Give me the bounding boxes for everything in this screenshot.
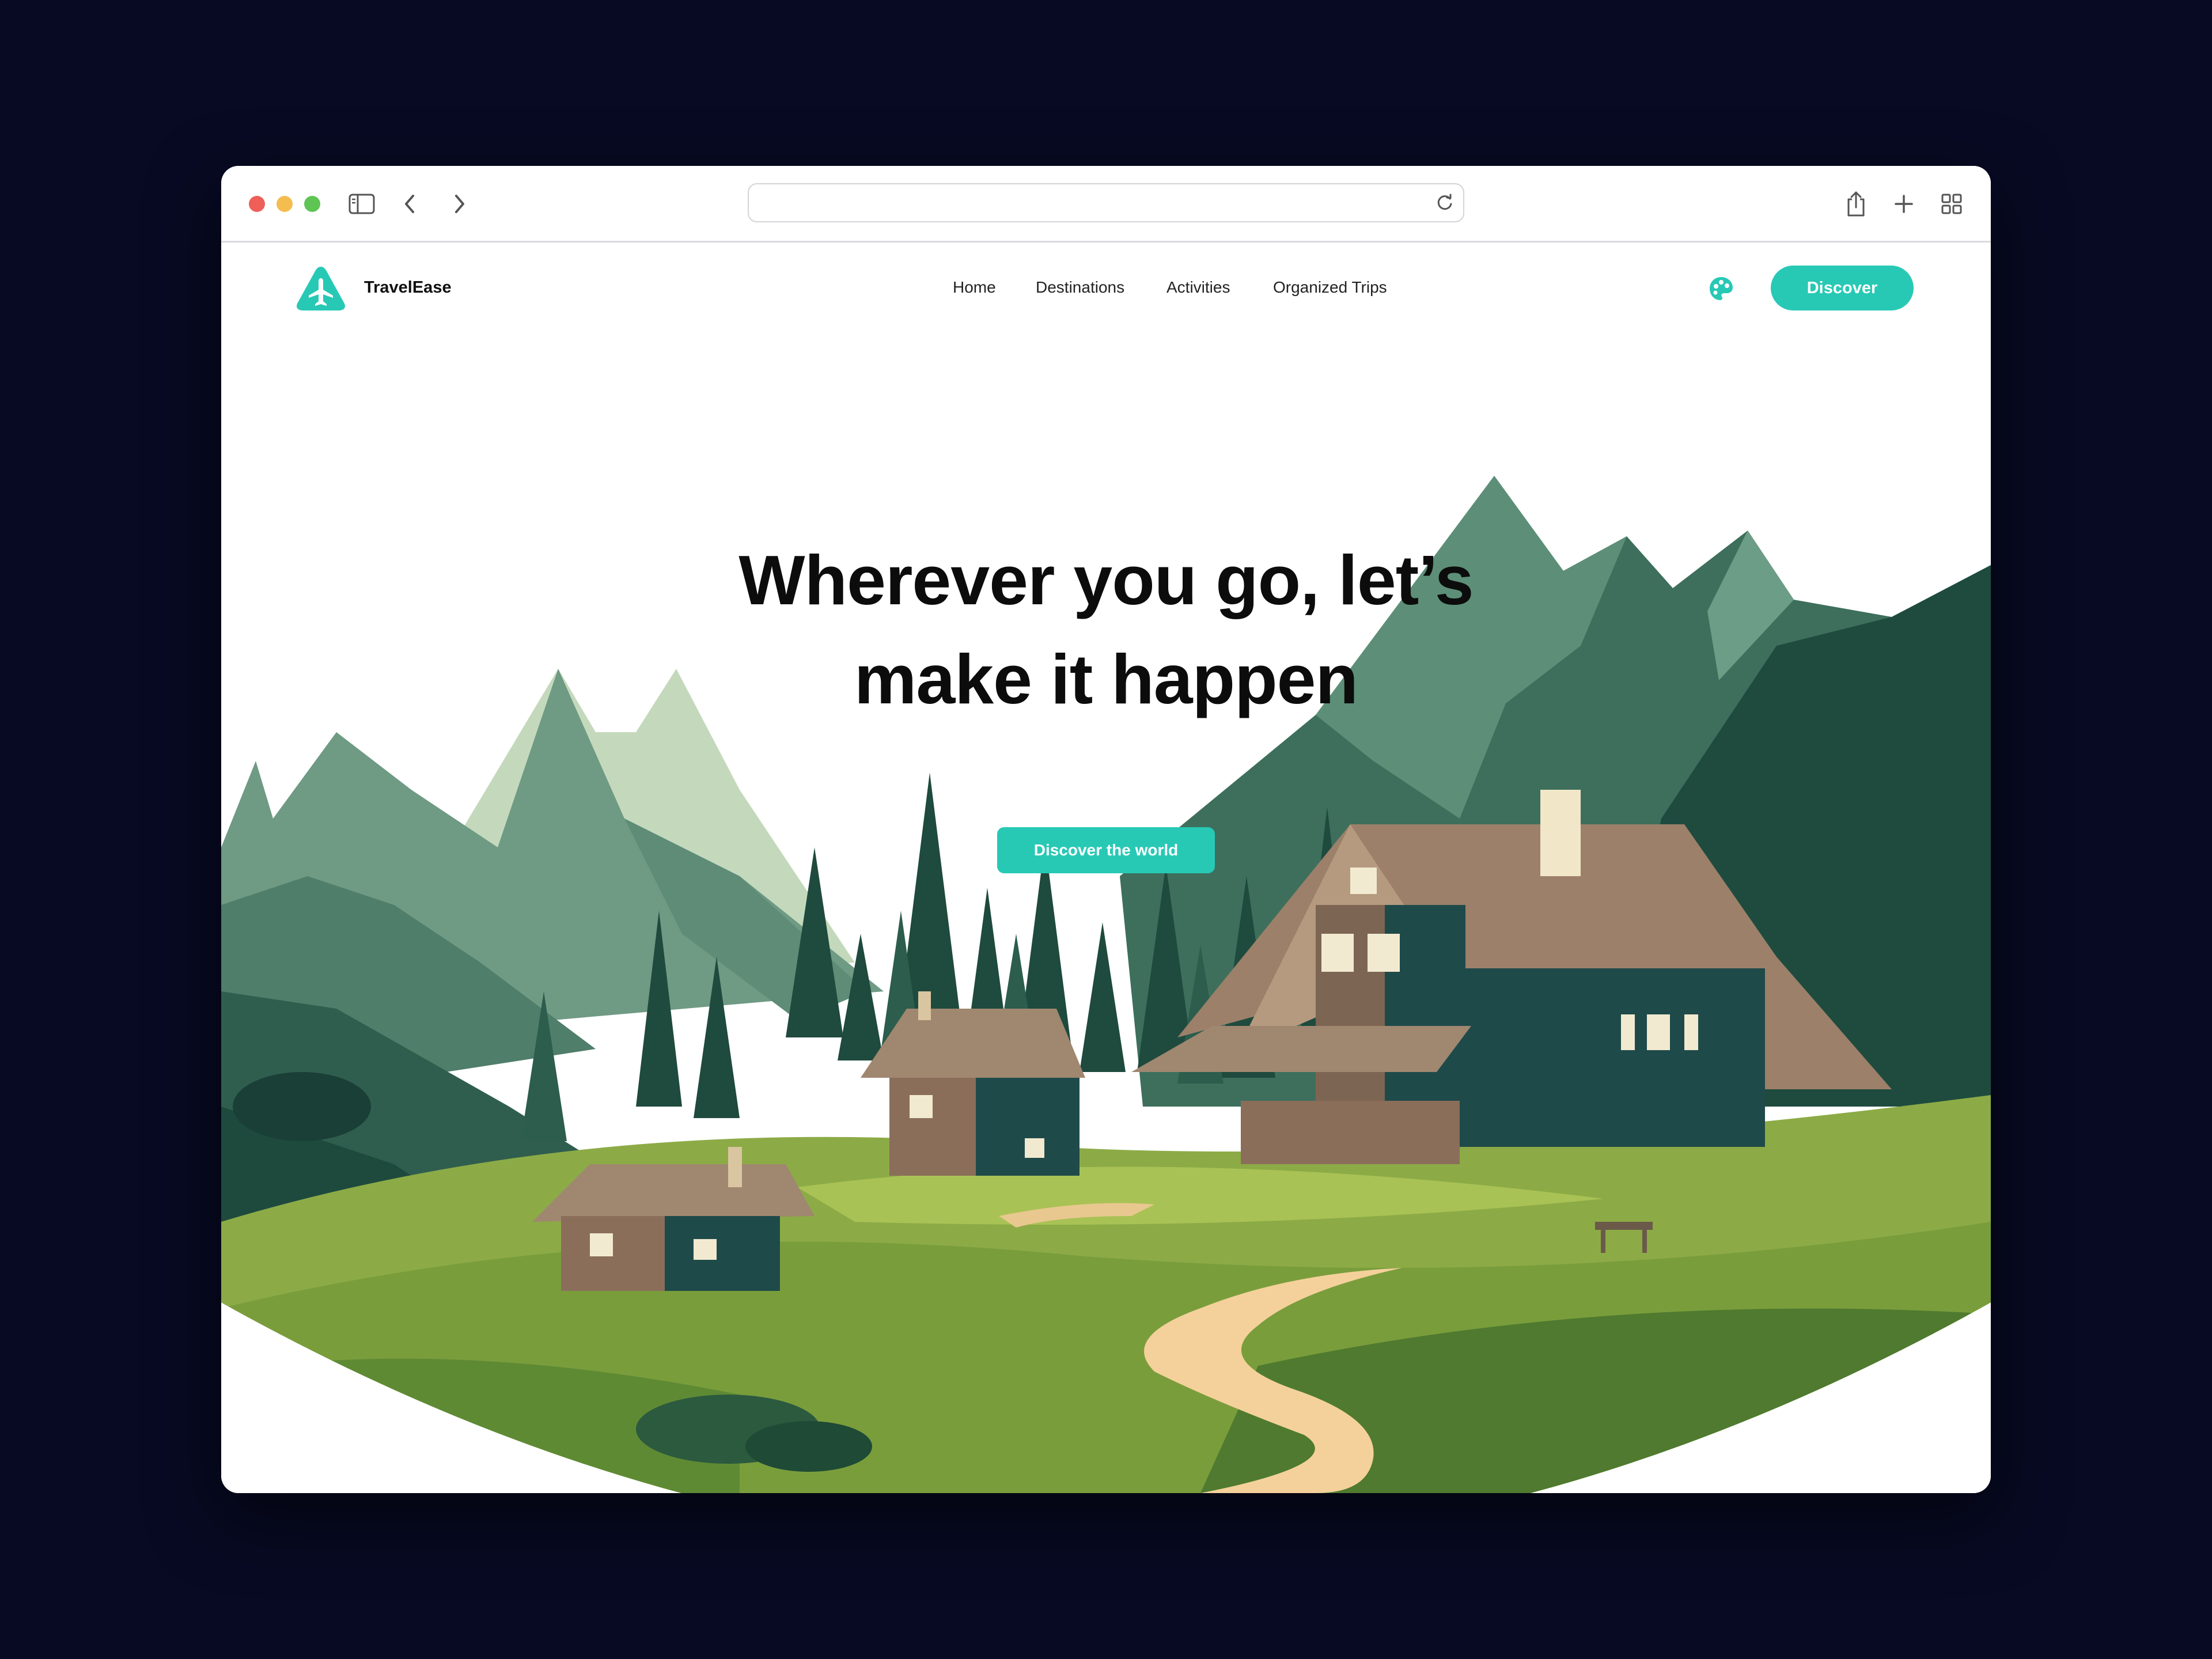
new-tab-icon[interactable] <box>1887 187 1921 221</box>
nav-home[interactable]: Home <box>953 278 996 297</box>
nav-destinations[interactable]: Destinations <box>1036 278 1124 297</box>
brand-name[interactable]: TravelEase <box>364 278 452 297</box>
close-window-button[interactable] <box>249 196 265 212</box>
discover-button[interactable]: Discover <box>1771 266 1914 310</box>
hero-headline-line-1: Wherever you go, let’s <box>738 541 1474 619</box>
site-header: TravelEase Home Destinations Activities … <box>221 243 1991 335</box>
address-bar[interactable] <box>748 183 1464 222</box>
zoom-window-button[interactable] <box>304 196 320 212</box>
nav-activities[interactable]: Activities <box>1166 278 1230 297</box>
hero-headline: Wherever you go, let’s make it happen <box>559 531 1653 729</box>
browser-window: TravelEase Home Destinations Activities … <box>221 166 1991 1493</box>
palette-icon[interactable] <box>1707 275 1735 302</box>
forward-icon[interactable] <box>442 187 476 221</box>
discover-the-world-button[interactable]: Discover the world <box>997 827 1215 873</box>
back-icon[interactable] <box>393 187 427 221</box>
browser-toolbar <box>221 166 1991 243</box>
tab-overview-icon[interactable] <box>1934 187 1969 221</box>
sidebar-icon[interactable] <box>344 187 379 221</box>
web-page: TravelEase Home Destinations Activities … <box>221 243 1991 1493</box>
reload-icon[interactable] <box>1434 192 1455 213</box>
airplane-icon[interactable] <box>295 264 347 313</box>
share-icon[interactable] <box>1839 187 1873 221</box>
nav-organized-trips[interactable]: Organized Trips <box>1273 278 1387 297</box>
minimize-window-button[interactable] <box>276 196 293 212</box>
hero-headline-line-2: make it happen <box>854 640 1358 718</box>
